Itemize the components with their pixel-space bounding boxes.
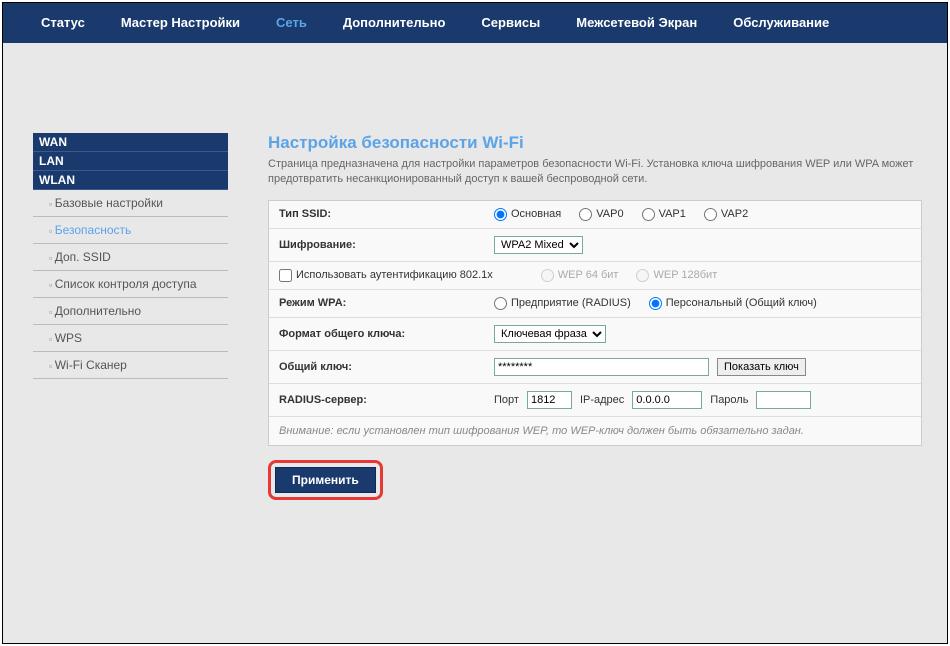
sidebar-item-wps[interactable]: WPS <box>33 325 228 352</box>
nav-services[interactable]: Сервисы <box>463 3 558 43</box>
sidebar-item-basic[interactable]: Базовые настройки <box>33 190 228 217</box>
content: Настройка безопасности Wi-Fi Страница пр… <box>228 133 947 643</box>
radius-ip-label: IP-адрес <box>580 394 624 406</box>
top-nav: Статус Мастер Настройки Сеть Дополнитель… <box>3 3 947 43</box>
page-description: Страница предназначена для настройки пар… <box>268 157 922 188</box>
ssid-type-label: Тип SSID: <box>279 208 494 220</box>
sidebar-cat-lan[interactable]: LAN <box>33 152 228 171</box>
sidebar-item-acl[interactable]: Список контроля доступа <box>33 271 228 298</box>
wpa-mode-label: Режим WPA: <box>279 297 494 309</box>
sidebar: WAN LAN WLAN Базовые настройки Безопасно… <box>3 133 228 643</box>
wep64-radio[interactable]: WEP 64 бит <box>541 269 619 282</box>
nav-wizard[interactable]: Мастер Настройки <box>103 3 258 43</box>
sidebar-item-scanner[interactable]: Wi-Fi Сканер <box>33 352 228 379</box>
key-format-label: Формат общего ключа: <box>279 328 494 340</box>
wep128-radio[interactable]: WEP 128бит <box>636 269 717 282</box>
encryption-label: Шифрование: <box>279 239 494 251</box>
radius-ip-input[interactable] <box>632 391 702 409</box>
radius-port-input[interactable] <box>527 391 572 409</box>
nav-firewall[interactable]: Межсетевой Экран <box>558 3 715 43</box>
use-8021x-checkbox[interactable]: Использовать аутентификацию 802.1x <box>279 269 493 282</box>
radius-pw-input[interactable] <box>756 391 811 409</box>
radius-port-label: Порт <box>494 394 519 406</box>
apply-button[interactable]: Применить <box>275 467 376 493</box>
wpa-enterprise-radio[interactable]: Предприятие (RADIUS) <box>494 297 631 310</box>
psk-label: Общий ключ: <box>279 361 494 373</box>
sidebar-item-advanced[interactable]: Дополнительно <box>33 298 228 325</box>
encryption-select[interactable]: WPA2 Mixed <box>494 236 583 254</box>
sidebar-cat-wlan[interactable]: WLAN <box>33 171 228 190</box>
key-format-select[interactable]: Ключевая фраза <box>494 325 606 343</box>
wpa-personal-radio[interactable]: Персональный (Общий ключ) <box>649 297 817 310</box>
page-title: Настройка безопасности Wi-Fi <box>268 133 922 153</box>
ssid-opt-vap1[interactable]: VAP1 <box>642 208 686 221</box>
wep-warning-note: Внимание: если установлен тип шифрования… <box>269 417 921 445</box>
nav-status[interactable]: Статус <box>23 3 103 43</box>
radius-label: RADIUS-сервер: <box>279 394 494 406</box>
ssid-opt-vap2[interactable]: VAP2 <box>704 208 748 221</box>
sidebar-item-security[interactable]: Безопасность <box>33 217 228 244</box>
settings-form: Тип SSID: Основная VAP0 VAP1 VAP2 Шифров… <box>268 200 922 446</box>
nav-network[interactable]: Сеть <box>258 3 325 43</box>
show-key-button[interactable]: Показать ключ <box>717 358 806 376</box>
ssid-opt-main[interactable]: Основная <box>494 208 561 221</box>
ssid-opt-vap0[interactable]: VAP0 <box>579 208 623 221</box>
apply-highlight: Применить <box>268 460 383 500</box>
nav-maintenance[interactable]: Обслуживание <box>715 3 847 43</box>
nav-advanced[interactable]: Дополнительно <box>325 3 464 43</box>
sidebar-cat-wan[interactable]: WAN <box>33 133 228 152</box>
radius-pw-label: Пароль <box>710 394 748 406</box>
sidebar-item-ssid[interactable]: Доп. SSID <box>33 244 228 271</box>
psk-input[interactable] <box>494 358 709 376</box>
